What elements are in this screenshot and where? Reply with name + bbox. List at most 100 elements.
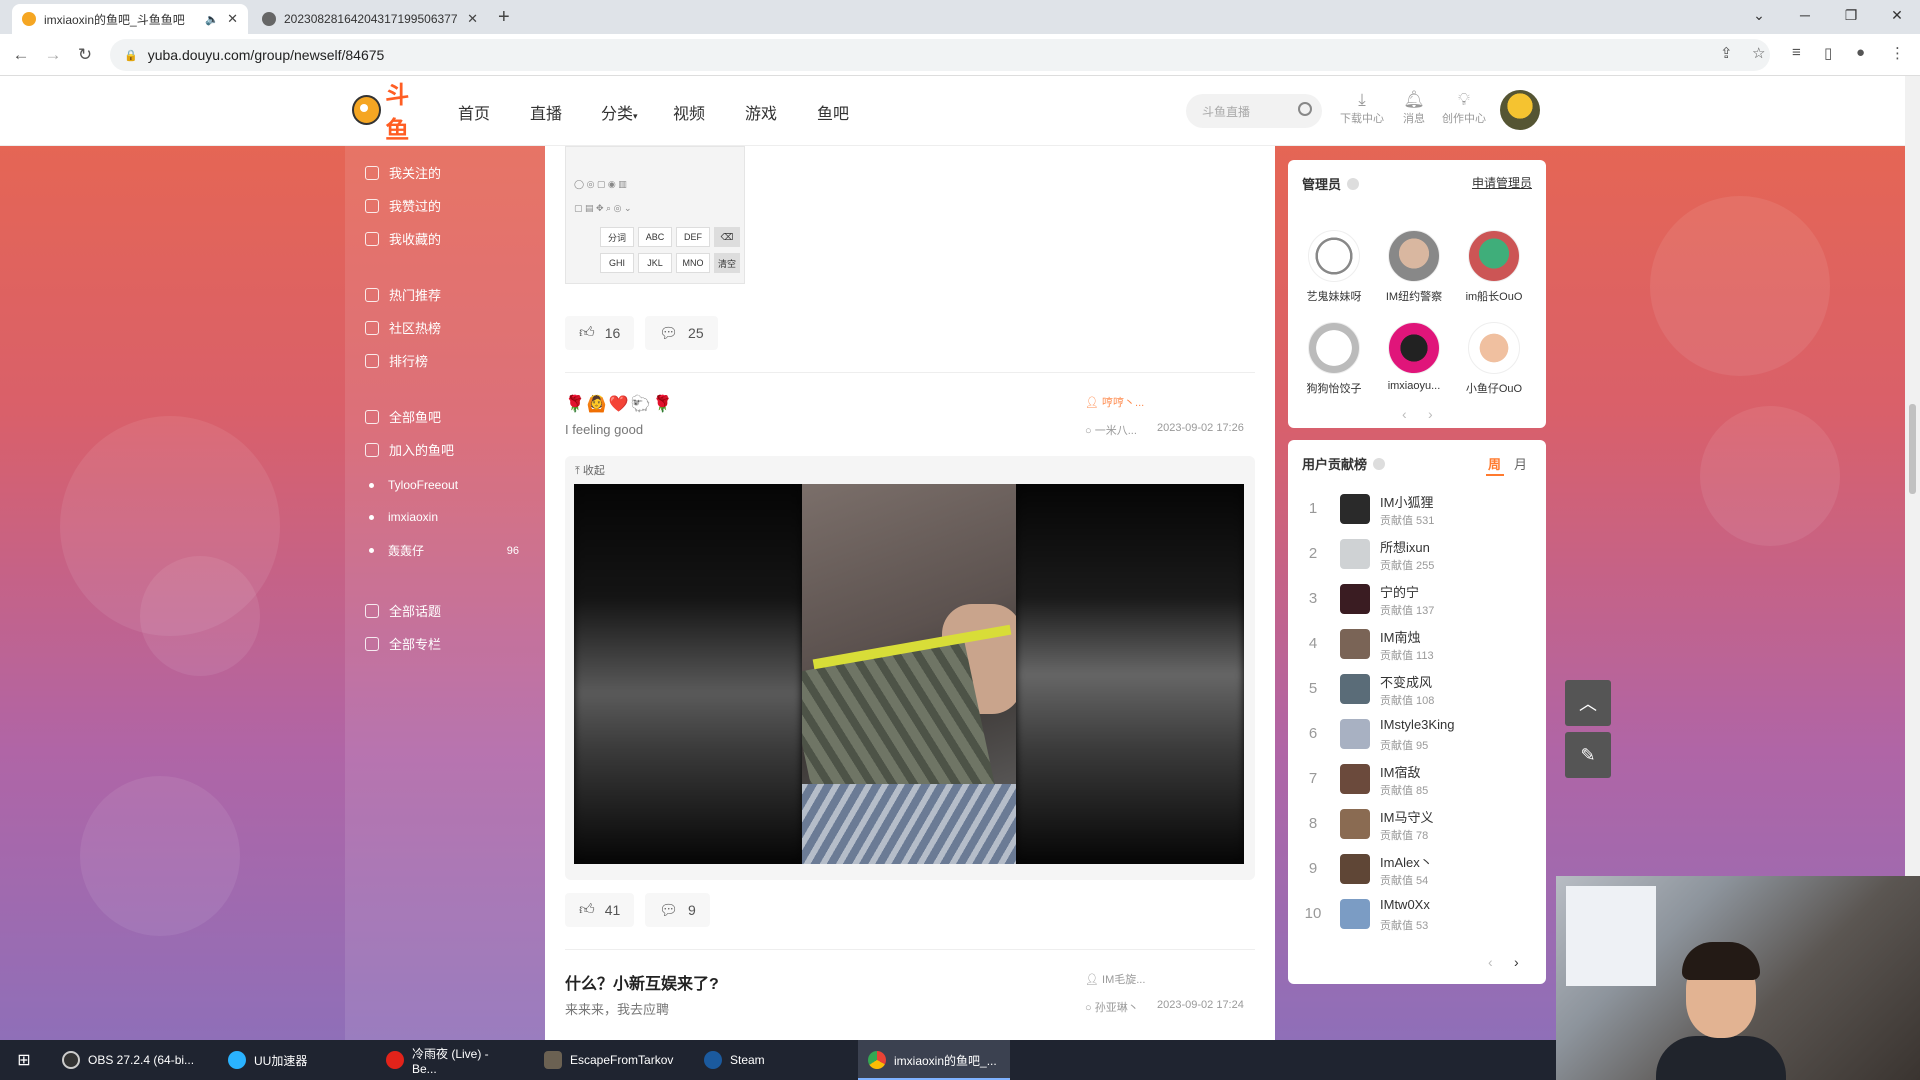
admin-item[interactable]: IM纽约警察 (1374, 230, 1454, 304)
rank-row[interactable]: 6 IMstyle3King 贡献值 95 (1302, 715, 1552, 755)
post-subtitle[interactable]: I feeling good (565, 422, 643, 437)
creator-center-button[interactable]: 💡︎ 创作中心 (1436, 90, 1492, 126)
sidebar-item-all-groups[interactable]: 全部鱼吧 (365, 407, 441, 426)
douyu-logo[interactable]: 斗鱼 (352, 81, 430, 144)
chrome-icon (868, 1051, 886, 1069)
nav-games[interactable]: 游戏 (745, 100, 777, 124)
post-last-commenter[interactable]: ○ 一米八... (1085, 422, 1137, 438)
help-icon[interactable] (1373, 458, 1386, 470)
rank-row[interactable]: 3 宁的宁 贡献值 137 (1302, 580, 1552, 620)
rank-row[interactable]: 10 IMtw0Xx 贡献值 53 (1302, 895, 1552, 935)
admin-item[interactable]: 狗狗怡饺子 (1294, 322, 1374, 396)
minimize-button[interactable]: ─ (1782, 0, 1828, 30)
bookmark-star-icon[interactable]: ☆ (1752, 44, 1765, 62)
tab-active[interactable]: imxiaoxin的鱼吧_斗鱼鱼吧 🔈 ✕ (12, 4, 248, 34)
taskbar-item-uu[interactable]: UU加速器 (218, 1040, 368, 1080)
like-button[interactable]: 👍︎ 41 (565, 893, 635, 927)
compose-button[interactable]: ✎ (1565, 732, 1611, 778)
sidebar-item-community-hot[interactable]: 社区热榜 (365, 318, 441, 337)
webcam-person-body (1656, 1036, 1786, 1080)
prev-page-icon[interactable]: ‹ (1402, 406, 1407, 422)
search-input[interactable]: 斗鱼直播 (1186, 94, 1322, 128)
menu-dots-icon[interactable]: ⋮ (1890, 44, 1905, 62)
like-button[interactable]: 👍︎ 16 (565, 316, 635, 350)
close-tab-icon[interactable]: ✕ (467, 11, 478, 27)
admin-item[interactable]: 艺鬼妹妹呀 (1294, 230, 1374, 304)
nav-home[interactable]: 首页 (458, 100, 490, 124)
user-avatar[interactable] (1500, 90, 1540, 130)
rank-row[interactable]: 9 ImAlex丶 贡献值 54 (1302, 850, 1552, 890)
messages-button[interactable]: 🔔︎ 消息 (1386, 90, 1442, 126)
speaker-icon[interactable]: 🔈 (205, 13, 219, 26)
sidebar-item-ranking[interactable]: 排行榜 (365, 351, 428, 370)
post-title[interactable]: 什么？小新互娱来了? (565, 970, 719, 994)
rank-row[interactable]: 7 IM宿敌 贡献值 85 (1302, 760, 1552, 800)
sidebar-item-following[interactable]: 我关注的 (365, 163, 441, 182)
taskbar-item-music[interactable]: 冷雨夜 (Live) - Be... (376, 1040, 526, 1080)
taskbar-item-tarkov[interactable]: EscapeFromTarkov (534, 1040, 684, 1080)
restore-button[interactable]: ❐ (1828, 0, 1874, 30)
post-subtitle[interactable]: 来来来，我去应聘 (565, 999, 669, 1018)
tab-week[interactable]: 周 (1488, 454, 1501, 473)
post-last-commenter[interactable]: ○ 孙亚琳丶 (1085, 999, 1139, 1015)
profile-icon[interactable]: ● (1856, 44, 1865, 61)
next-page-icon[interactable]: › (1514, 954, 1519, 970)
sidebar-label: 热门推荐 (389, 288, 442, 303)
apply-admin-link[interactable]: 申请管理员 (1472, 174, 1532, 191)
new-tab-button[interactable]: + (498, 6, 510, 29)
url-field[interactable]: 🔒 yuba.douyu.com/group/newself/84675 (110, 39, 1770, 71)
prev-page-icon[interactable]: ‹ (1488, 954, 1493, 970)
nav-yuba[interactable]: 鱼吧 (817, 100, 849, 124)
sidebar-item-topics[interactable]: 全部话题 (365, 601, 441, 620)
next-page-icon[interactable]: › (1428, 406, 1433, 422)
admin-item[interactable]: imxiaoyu... (1374, 322, 1454, 392)
post-author[interactable]: 👤︎ IM毛旋... (1085, 971, 1145, 987)
sidebar-item-columns[interactable]: 全部专栏 (365, 634, 441, 653)
tab-month[interactable]: 月 (1514, 454, 1527, 473)
sidebar-item-favorites[interactable]: 我收藏的 (365, 229, 441, 248)
post-title-emoji[interactable]: 🌹🙆❤️🐑🌹 (565, 394, 675, 414)
joined-group-item[interactable]: imxiaoxin (369, 510, 519, 524)
tab-second[interactable]: 20230828164204317199506377 ✕ (252, 4, 488, 34)
admin-item[interactable]: 小鱼仔OuO (1454, 322, 1534, 396)
comment-button[interactable]: 💬︎ 9 (645, 893, 710, 927)
post-author[interactable]: 👤︎ 哼哼丶... (1085, 394, 1144, 410)
close-tab-icon[interactable]: ✕ (227, 11, 238, 27)
back-to-top-button[interactable]: ︿ (1565, 680, 1611, 726)
share-icon[interactable]: ⇪ (1720, 44, 1733, 62)
forward-icon[interactable]: → (40, 42, 66, 68)
nav-category[interactable]: 分类▾ (601, 100, 638, 124)
download-icon: ⤓ (1358, 90, 1366, 109)
post-image-thumbnail[interactable]: ◯ ◎ ▢ ◉ ▥ ▢ ▤ ✥ ⌕ ◎ ⌄ 分词 ABC DEF ⌫ GHI J… (565, 146, 745, 284)
rank-row[interactable]: 1 IM小狐狸 贡献值 531 (1302, 490, 1552, 530)
taskbar-item-steam[interactable]: Steam (694, 1040, 850, 1080)
video-player[interactable] (574, 484, 1244, 864)
reload-icon[interactable]: ↻ (72, 42, 98, 68)
collapse-button[interactable]: ⤒ 收起 (575, 462, 605, 478)
rank-row[interactable]: 8 IM马守义 贡献值 78 (1302, 805, 1552, 845)
joined-group-item[interactable]: 轰轰仔 96 (369, 542, 519, 559)
help-icon[interactable] (1347, 178, 1360, 190)
media-icon[interactable]: ≡ (1792, 44, 1801, 61)
rank-row[interactable]: 5 不变成风 贡献值 108 (1302, 670, 1552, 710)
joined-group-item[interactable]: TylooFreeout (369, 478, 519, 492)
sidepanel-icon[interactable]: ▯ (1824, 44, 1832, 62)
admin-item[interactable]: im船长OuO (1454, 230, 1534, 304)
start-button[interactable]: ⊞ (4, 1040, 44, 1080)
sidebar-item-liked[interactable]: 我赞过的 (365, 196, 441, 215)
rank-row[interactable]: 2 所想ixun 贡献值 255 (1302, 535, 1552, 575)
nav-live[interactable]: 直播 (530, 100, 562, 124)
nav-video[interactable]: 视频 (673, 100, 705, 124)
tab-search-icon[interactable]: ⌄ (1736, 0, 1782, 30)
taskbar-item-obs[interactable]: OBS 27.2.4 (64-bi... (52, 1040, 208, 1080)
close-window-button[interactable]: ✕ (1874, 0, 1920, 30)
comment-button[interactable]: 💬︎ 25 (645, 316, 718, 350)
sidebar-item-hot[interactable]: 热门推荐 (365, 285, 441, 304)
scrollbar-thumb[interactable] (1909, 404, 1916, 494)
search-icon[interactable] (1298, 102, 1312, 116)
taskbar-item-chrome[interactable]: imxiaoxin的鱼吧_... (858, 1040, 1010, 1080)
back-icon[interactable]: ← (8, 42, 34, 68)
download-center-button[interactable]: ⤓ 下载中心 (1334, 90, 1390, 126)
rank-row[interactable]: 4 IM南烛 贡献值 113 (1302, 625, 1552, 665)
sidebar-item-joined-groups[interactable]: 加入的鱼吧 (365, 440, 454, 459)
